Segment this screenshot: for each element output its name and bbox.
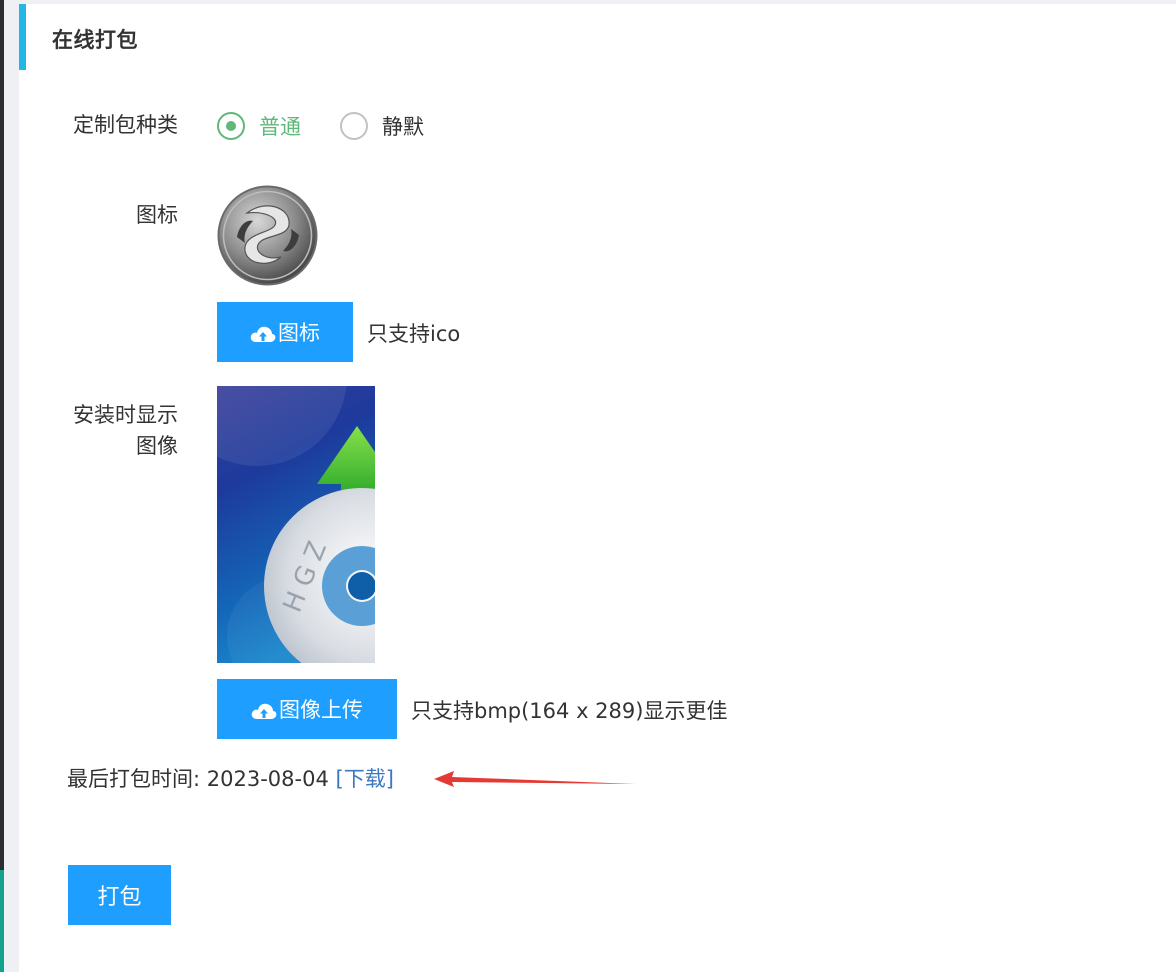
banner-label-line1: 安装时显示 [73,403,178,427]
radio-normal[interactable]: 普通 [217,111,301,141]
last-pack-row: 最后打包时间: 2023-08-04 [下载] [67,763,394,793]
banner-upload-label: 图像上传 [279,699,363,722]
online-pack-panel: 在线打包 [19,4,1176,972]
panel-header-accent [19,4,26,70]
radio-silent[interactable]: 静默 [340,111,424,141]
radio-silent-label: 静默 [382,115,424,139]
panel-header: 在线打包 [19,4,1176,70]
icon-label: 图标 [136,203,178,227]
package-type-radio-group: 普通 静默 [217,108,463,144]
cloud-upload-icon [251,703,277,719]
banner-upload-button[interactable]: 图像上传 [217,679,397,739]
last-pack-date: 2023-08-04 [206,767,329,791]
package-type-label: 定制包种类 [73,113,178,137]
cloud-upload-icon [250,326,276,342]
annotation-arrow [434,771,636,787]
radio-normal-label: 普通 [259,115,301,139]
install-banner-image: HGZ [217,386,375,663]
download-link[interactable]: [下载] [336,767,394,791]
banner-label-line2: 图像 [136,434,178,458]
last-pack-label: 最后打包时间: [67,767,201,791]
banner-hint: 只支持bmp(164 x 289)显示更佳 [411,699,728,723]
radio-unchecked-icon [340,112,368,140]
icon-upload-label: 图标 [278,322,320,345]
radio-checked-icon [217,112,245,140]
panel-title: 在线打包 [52,28,138,52]
app-icon-image [217,185,318,286]
icon-upload-button[interactable]: 图标 [217,302,353,362]
pack-button[interactable]: 打包 [68,865,171,925]
left-gap [4,0,19,972]
icon-hint: 只支持ico [367,322,461,346]
